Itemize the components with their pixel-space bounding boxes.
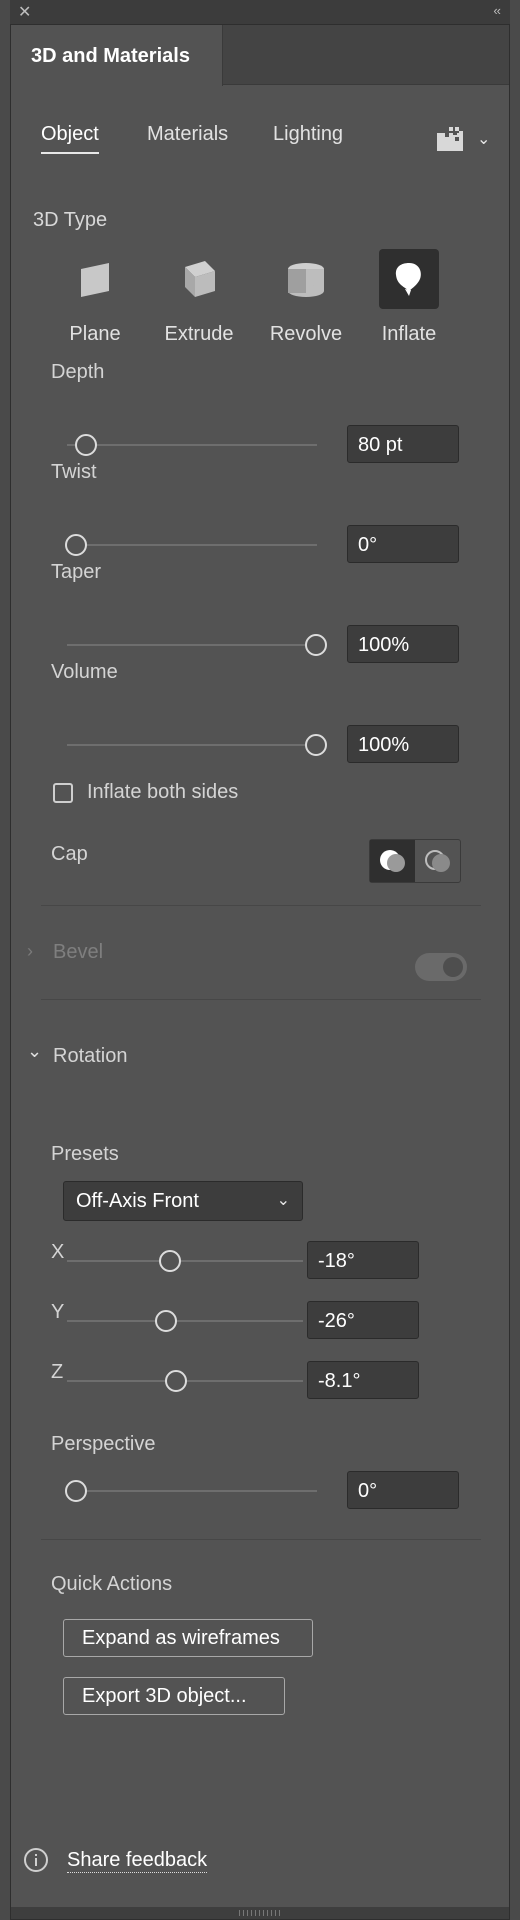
rotation-y-label: Y xyxy=(51,1301,65,1323)
cap-label: Cap xyxy=(51,843,88,865)
perspective-slider-track[interactable] xyxy=(67,1490,317,1492)
chevron-down-icon[interactable]: ⌄ xyxy=(477,129,490,149)
3d-materials-panel: 3D and Materials Object Materials Lighti… xyxy=(10,24,510,1920)
perspective-label: Perspective xyxy=(51,1433,156,1455)
rotation-y-field[interactable]: -26° xyxy=(307,1301,419,1339)
rotation-z-label: Z xyxy=(51,1361,64,1383)
presets-dropdown[interactable]: Off-Axis Front ⌄ xyxy=(63,1181,303,1221)
grip-icon xyxy=(239,1910,283,1916)
presets-label: Presets xyxy=(51,1143,119,1165)
taper-slider-track[interactable] xyxy=(67,644,317,646)
inflate-icon xyxy=(379,249,439,309)
type-revolve-label: Revolve xyxy=(269,323,343,345)
volume-slider-track[interactable] xyxy=(67,744,317,746)
depth-slider-thumb[interactable] xyxy=(75,434,97,456)
rotation-z-slider-thumb[interactable] xyxy=(165,1370,187,1392)
depth-field[interactable]: 80 pt xyxy=(347,425,459,463)
panel-tab-strip: 3D and Materials xyxy=(11,25,509,86)
type-extrude[interactable]: Extrude xyxy=(149,249,249,346)
presets-dropdown-value: Off-Axis Front xyxy=(76,1190,199,1212)
rotation-label[interactable]: Rotation xyxy=(53,1045,128,1068)
subtab-materials[interactable]: Materials xyxy=(147,123,228,146)
chevron-right-icon[interactable]: › xyxy=(27,941,33,962)
type-inflate-label: Inflate xyxy=(381,323,437,345)
divider xyxy=(41,1539,481,1540)
chevron-down-icon[interactable]: ⌄ xyxy=(27,1041,42,1062)
tab-3d-and-materials[interactable]: 3D and Materials xyxy=(11,25,223,86)
type-plane[interactable]: Plane xyxy=(45,249,145,346)
quick-actions-heading: Quick Actions xyxy=(51,1573,173,1595)
volume-field[interactable]: 100% xyxy=(347,725,459,763)
expand-as-wireframes-button[interactable]: Expand as wireframes xyxy=(63,1619,313,1657)
taper-slider-thumb[interactable] xyxy=(305,634,327,656)
revolve-icon xyxy=(276,249,336,309)
cap-off-button[interactable] xyxy=(415,840,460,882)
depth-slider-track[interactable] xyxy=(67,444,317,446)
type-inflate[interactable]: Inflate xyxy=(359,249,459,346)
bevel-label: Bevel xyxy=(53,941,104,963)
twist-slider-thumb[interactable] xyxy=(65,534,87,556)
twist-label: Twist xyxy=(51,461,97,483)
volume-label: Volume xyxy=(51,661,118,683)
section-3d-type-heading: 3D Type xyxy=(33,209,108,231)
rotation-x-field[interactable]: -18° xyxy=(307,1241,419,1279)
panel-title-bar: ✕ ‹‹ xyxy=(10,0,510,24)
render-settings-icon[interactable] xyxy=(435,125,465,156)
export-3d-object-button[interactable]: Export 3D object... xyxy=(63,1677,285,1715)
twist-slider-track[interactable] xyxy=(67,544,317,546)
perspective-slider-thumb[interactable] xyxy=(65,1480,87,1502)
bevel-toggle[interactable] xyxy=(415,953,467,981)
rotation-z-field[interactable]: -8.1° xyxy=(307,1361,419,1399)
taper-field[interactable]: 100% xyxy=(347,625,459,663)
depth-label: Depth xyxy=(51,361,105,383)
chevron-down-icon: ⌄ xyxy=(276,1192,290,1209)
taper-label: Taper xyxy=(51,561,102,583)
inflate-both-sides-label: Inflate both sides xyxy=(87,781,239,803)
rotation-x-label: X xyxy=(51,1241,65,1263)
info-icon xyxy=(23,1847,49,1878)
subtab-lighting[interactable]: Lighting xyxy=(273,123,343,146)
share-feedback-link[interactable]: Share feedback xyxy=(67,1849,208,1873)
twist-field[interactable]: 0° xyxy=(347,525,459,563)
divider xyxy=(41,905,481,906)
rotation-y-slider-thumb[interactable] xyxy=(155,1310,177,1332)
type-revolve[interactable]: Revolve xyxy=(256,249,356,346)
type-extrude-label: Extrude xyxy=(164,323,234,345)
inflate-both-sides-checkbox[interactable] xyxy=(53,783,73,803)
plane-icon xyxy=(65,249,125,309)
rotation-x-slider-track[interactable] xyxy=(67,1260,303,1262)
cap-on-button[interactable] xyxy=(370,840,415,882)
perspective-field[interactable]: 0° xyxy=(347,1471,459,1509)
rotation-y-slider-track[interactable] xyxy=(67,1320,303,1322)
panel-resize-handle[interactable] xyxy=(11,1907,509,1919)
extrude-icon xyxy=(169,249,229,309)
rotation-x-slider-thumb[interactable] xyxy=(159,1250,181,1272)
cap-toggle-group xyxy=(369,839,461,883)
collapse-icon[interactable]: ‹‹ xyxy=(493,3,501,18)
volume-slider-thumb[interactable] xyxy=(305,734,327,756)
type-plane-label: Plane xyxy=(69,323,121,345)
divider xyxy=(41,999,481,1000)
close-icon[interactable]: ✕ xyxy=(18,2,31,22)
subtab-object[interactable]: Object xyxy=(41,123,99,154)
